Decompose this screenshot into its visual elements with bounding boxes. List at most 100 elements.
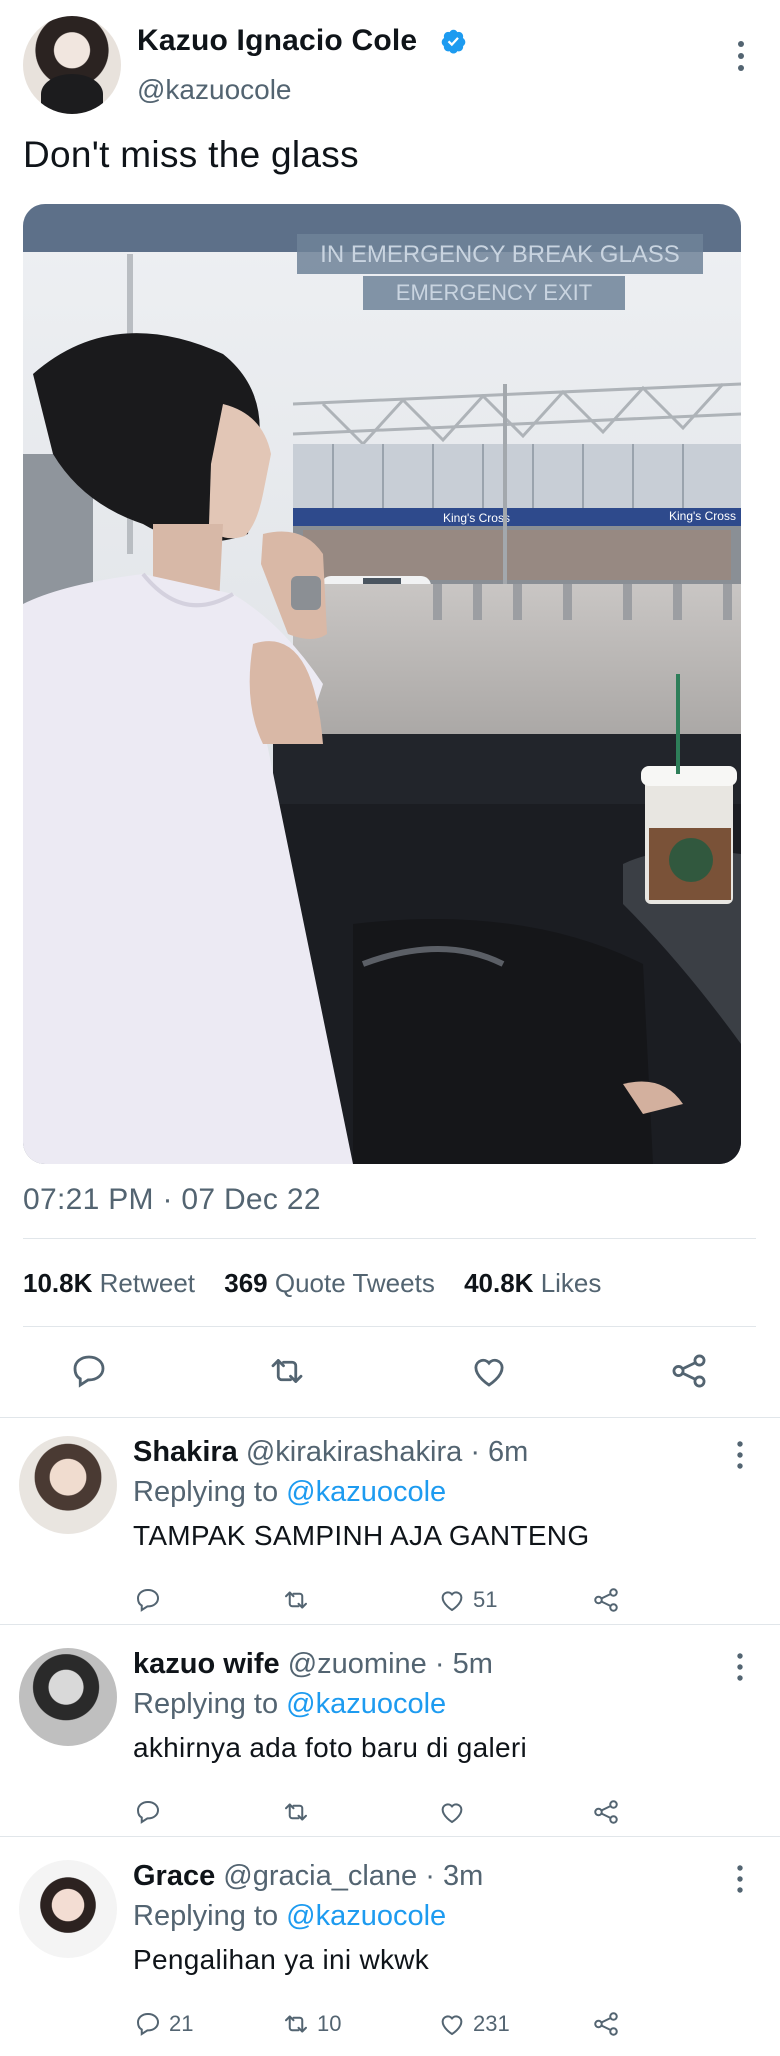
reply-retweet-action[interactable] (281, 1794, 317, 1830)
reply-share-action[interactable] (591, 2006, 621, 2042)
retweet-icon (285, 2015, 307, 2033)
separator-dot: · (425, 1860, 435, 1892)
like-count: 231 (473, 2011, 510, 2036)
retweet-icon (285, 1803, 307, 1821)
replying-to: Replying to @kazuocole (133, 1900, 446, 1933)
reply-name[interactable]: Grace (133, 1860, 215, 1892)
replying-label: Replying to (133, 1688, 279, 1720)
reply-header: Grace @gracia_clane · 3m (133, 1860, 483, 1893)
reply-name[interactable]: Shakira (133, 1436, 238, 1468)
reply-header: Shakira @kirakirashakira · 6m (133, 1436, 528, 1469)
likes-stat[interactable]: 40.8K Likes (464, 1268, 601, 1298)
reply-reply-action[interactable]: 21 (133, 2006, 193, 2042)
reply-handle[interactable]: @zuomine (288, 1648, 427, 1680)
reply-like-action[interactable]: 51 (437, 1582, 497, 1618)
reply-like-action[interactable] (437, 1794, 473, 1830)
tweet-text: Don't miss the glass (23, 134, 359, 175)
likes-count: 40.8K (464, 1268, 534, 1298)
like-icon (441, 2015, 463, 2036)
replying-mention[interactable]: @kazuocole (286, 1688, 446, 1720)
reply-icon (136, 1588, 160, 1612)
more-icon[interactable] (730, 1862, 750, 1896)
reply-actions: 21 10 231 (133, 2006, 633, 2042)
separator-dot: · (470, 1436, 480, 1468)
like-icon[interactable] (468, 1350, 510, 1392)
tweet-stats: 10.8K Retweet 369 Quote Tweets 40.8K Lik… (23, 1268, 623, 1299)
retweets-label: Retweet (99, 1268, 196, 1298)
reply-icon[interactable] (68, 1350, 110, 1392)
retweets-count: 10.8K (23, 1268, 93, 1298)
reply-item[interactable]: kazuo wife @zuomine · 5m Replying to @ka… (0, 1634, 780, 1844)
more-icon[interactable] (729, 36, 753, 76)
reply-item[interactable]: Shakira @kirakirashakira · 6m Replying t… (0, 1422, 780, 1632)
reply-icon (136, 1800, 160, 1824)
author-avatar[interactable] (23, 16, 121, 114)
quotes-label: Quote Tweets (274, 1268, 435, 1298)
reply-text: akhirnya ada foto baru di galeri (133, 1732, 528, 1763)
reply-reply-action[interactable] (133, 1582, 169, 1618)
quotes-stat[interactable]: 369 Quote Tweets (224, 1268, 435, 1298)
reply-avatar[interactable] (19, 1860, 117, 1958)
reply-share-action[interactable] (591, 1794, 621, 1830)
quotes-count: 369 (224, 1268, 268, 1298)
more-icon[interactable] (730, 1438, 750, 1472)
photo-station-2: King's Cross (669, 509, 736, 523)
replying-mention[interactable]: @kazuocole (286, 1476, 446, 1508)
more-icon[interactable] (730, 1650, 750, 1684)
reply-avatar[interactable] (19, 1648, 117, 1746)
like-icon (441, 1591, 463, 1612)
tweet-photo[interactable]: IN EMERGENCY BREAK GLASS EMERGENCY EXIT … (23, 204, 741, 1164)
retweet-icon (285, 1591, 307, 1609)
replying-label: Replying to (133, 1900, 279, 1932)
divider (0, 1417, 780, 1418)
reply-item[interactable]: Grace @gracia_clane · 3m Replying to @ka… (0, 1846, 780, 2056)
divider (0, 1624, 780, 1625)
share-icon (594, 1588, 618, 1612)
tweet-header: Kazuo Ignacio Cole @kazuocole (23, 16, 763, 116)
share-icon (594, 1800, 618, 1824)
divider (23, 1326, 756, 1327)
reply-share-action[interactable] (591, 1582, 621, 1618)
reply-reply-action[interactable] (133, 1794, 169, 1830)
tweet-timestamp[interactable]: 07:21 PM · 07 Dec 22 (23, 1183, 321, 1217)
tweet-action-bar (23, 1346, 756, 1396)
reply-text: Pengalihan ya ini wkwk (133, 1944, 430, 1975)
reply-handle[interactable]: @gracia_clane (223, 1860, 417, 1892)
divider (0, 1836, 780, 1837)
divider (23, 1238, 756, 1239)
reply-time[interactable]: 6m (488, 1436, 528, 1468)
photo-station-1: King's Cross (443, 511, 510, 525)
reply-avatar[interactable] (19, 1436, 117, 1534)
replying-mention[interactable]: @kazuocole (286, 1900, 446, 1932)
reply-count: 21 (169, 2011, 194, 2036)
replying-to: Replying to @kazuocole (133, 1688, 446, 1721)
reply-handle[interactable]: @kirakirashakira (246, 1436, 462, 1468)
reply-header: kazuo wife @zuomine · 5m (133, 1648, 493, 1681)
like-count: 51 (473, 1587, 498, 1612)
reply-icon (136, 2012, 160, 2036)
reply-actions: 51 (133, 1582, 633, 1618)
retweet-count: 10 (317, 2011, 342, 2036)
reply-retweet-action[interactable] (281, 1582, 317, 1618)
author-handle[interactable]: @kazuocole (137, 74, 292, 106)
verified-icon (441, 29, 466, 54)
author-name[interactable]: Kazuo Ignacio Cole (137, 24, 417, 58)
replying-to: Replying to @kazuocole (133, 1476, 446, 1509)
reply-like-action[interactable]: 231 (437, 2006, 510, 2042)
reply-actions (133, 1794, 633, 1830)
replying-label: Replying to (133, 1476, 279, 1508)
share-icon[interactable] (668, 1350, 710, 1392)
reply-name[interactable]: kazuo wife (133, 1648, 280, 1680)
share-icon (594, 2012, 618, 2036)
retweets-stat[interactable]: 10.8K Retweet (23, 1268, 195, 1298)
photo-sign-1: IN EMERGENCY BREAK GLASS (320, 241, 680, 268)
separator-dot: · (434, 1648, 445, 1680)
reply-time[interactable]: 5m (453, 1648, 493, 1680)
like-icon (441, 1803, 463, 1824)
likes-label: Likes (540, 1268, 602, 1298)
reply-text: TAMPAK SAMPINH AJA GANTENG (133, 1520, 590, 1551)
reply-retweet-action[interactable]: 10 (281, 2006, 341, 2042)
reply-time[interactable]: 3m (443, 1860, 483, 1892)
retweet-icon[interactable] (266, 1350, 308, 1392)
photo-sign-2: EMERGENCY EXIT (396, 280, 592, 305)
